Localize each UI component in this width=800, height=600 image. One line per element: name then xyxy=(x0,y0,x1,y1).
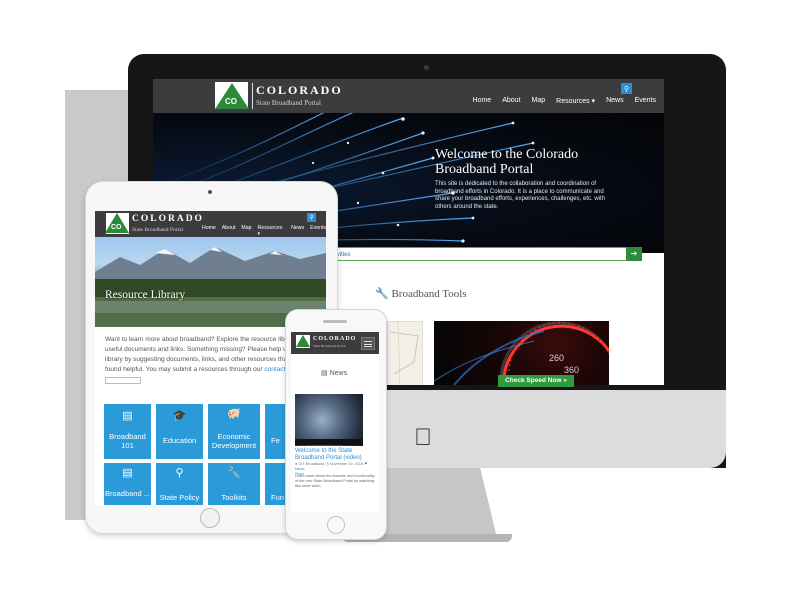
tile-economic-development[interactable]: 🐖 Economic Development xyxy=(208,404,260,459)
nav-map[interactable]: Map xyxy=(532,97,546,105)
logo-title: COLORADO xyxy=(256,83,343,97)
phone-logo[interactable]: COLORADO State Broadband Portal xyxy=(291,332,361,354)
tile-label: Education xyxy=(162,436,197,445)
tablet-camera-icon xyxy=(208,190,212,194)
tile-label: Broadband 101 xyxy=(109,432,146,450)
nav-resources-label: Resources xyxy=(556,98,590,105)
document-icon: ▤ xyxy=(122,467,133,479)
intro-line-4: found helpful. You may submit a resource… xyxy=(105,366,265,373)
document-icon: ▤ xyxy=(122,410,133,422)
wrench-icon: 🔧 xyxy=(227,467,241,479)
tablet-logo-title: COLORADO xyxy=(132,214,204,224)
tablet-nav-resources[interactable]: Resources ▾ xyxy=(258,225,286,237)
hamburger-menu-icon[interactable] xyxy=(361,337,375,350)
news-section-title: ▤ News xyxy=(321,369,347,377)
arrow-right-icon[interactable]: ➔ xyxy=(626,247,642,261)
clock-icon: ◷ xyxy=(325,462,329,466)
post-category[interactable]: News xyxy=(295,467,305,471)
banner-title: Resource Library xyxy=(105,289,186,301)
tablet-menu: Home About Map Resources ▾ News Events xyxy=(202,225,326,237)
logo-subtitle: State Broadband Portal xyxy=(256,99,321,107)
tile-label: Fun xyxy=(271,493,284,502)
post-author[interactable]: OIT Broadband xyxy=(298,462,324,466)
phone-logo-subtitle: State Broadband Portal xyxy=(313,344,346,348)
tile-state-policy[interactable]: ⚲ State Policy xyxy=(156,463,203,505)
phone-screen: COLORADO State Broadband Portal ▤ News W… xyxy=(291,332,379,512)
tile-label: Fe xyxy=(271,436,280,445)
tablet-nav-news[interactable]: News xyxy=(291,225,304,237)
share-buttons[interactable] xyxy=(105,377,141,384)
tablet-nav-home[interactable]: Home xyxy=(202,225,216,237)
tile-label: Broadband ... xyxy=(104,489,151,498)
tile-label: State Policy xyxy=(159,493,200,502)
tile-broadband-2[interactable]: ▤ Broadband ... xyxy=(104,463,151,505)
tile-toolkits[interactable]: 🔧 Toolkits xyxy=(208,463,260,505)
piggy-bank-icon: 🐖 xyxy=(227,408,241,420)
nav-news[interactable]: News xyxy=(606,97,624,105)
svg-text:260: 260 xyxy=(549,353,564,363)
tile-education[interactable]: 🎓 Education xyxy=(156,404,203,459)
apple-logo-icon:  xyxy=(414,424,432,452)
nav-home[interactable]: Home xyxy=(473,97,492,105)
phone-mountain-logo-icon xyxy=(296,335,310,347)
chevron-down-icon: ▾ xyxy=(589,98,596,105)
tablet-home-button xyxy=(200,508,220,528)
wrench-icon: 🔧 xyxy=(375,288,389,300)
map-pin-icon: ⚲ xyxy=(175,467,184,479)
map-lines xyxy=(389,321,419,385)
check-speed-button[interactable]: Check Speed Now » xyxy=(498,375,574,387)
broadband-map-thumbnail[interactable] xyxy=(387,321,423,385)
tablet-nav-events[interactable]: Events xyxy=(310,225,326,237)
hero-title: Welcome to the Colorado Broadband Portal xyxy=(435,147,579,177)
tile-broadband-101[interactable]: ▤ Broadband 101 xyxy=(104,404,151,459)
news-section-label: News xyxy=(329,370,348,377)
desktop-menu: Home About Map Resources ▾ News Events xyxy=(473,97,656,105)
post-date: November 10, 2015 xyxy=(329,462,364,466)
tools-heading-label: Broadband Tools xyxy=(391,288,467,300)
tablet-navbar: CO COLORADO State Broadband Portal ⚲ Hom… xyxy=(95,211,326,237)
desktop-logo[interactable]: CO COLORADO State Broadband Portal xyxy=(153,79,353,113)
svg-text:360: 360 xyxy=(564,365,579,375)
search-icon[interactable]: ⚲ xyxy=(621,83,632,94)
tablet-nav-about[interactable]: About xyxy=(222,225,236,237)
graduation-cap-icon: 🎓 xyxy=(172,410,187,422)
nav-resources[interactable]: Resources ▾ xyxy=(556,97,595,105)
tablet-logo-badge-text: CO xyxy=(111,224,122,231)
post-excerpt: Learn more about the features and functi… xyxy=(295,474,375,488)
video-controls-bar[interactable] xyxy=(295,439,363,445)
logo-divider xyxy=(252,83,253,109)
nav-about[interactable]: About xyxy=(502,97,520,105)
desktop-navbar: CO COLORADO State Broadband Portal ⚲ Hom… xyxy=(153,79,664,113)
phone-navbar: COLORADO State Broadband Portal xyxy=(291,332,379,354)
tools-heading: 🔧 Broadband Tools xyxy=(375,287,467,300)
phone-logo-title: COLORADO xyxy=(313,336,357,342)
tile-label: Economic Development xyxy=(211,432,257,450)
hero-body: This site is dedicated to the collaborat… xyxy=(435,181,605,210)
news-icon: ▤ xyxy=(321,370,328,377)
user-icon: ● xyxy=(295,462,298,466)
news-post-link[interactable]: Welcome to the State Broadband Portal (v… xyxy=(295,448,375,461)
tablet-logo-subtitle: State Broadband Portal xyxy=(132,227,184,233)
nav-events[interactable]: Events xyxy=(635,97,656,105)
tablet-nav-map[interactable]: Map xyxy=(241,225,251,237)
phone-speaker xyxy=(323,320,347,323)
tablet-nav-resources-label: Resources xyxy=(257,225,283,231)
phone-home-button xyxy=(327,516,345,534)
camera-icon xyxy=(424,65,429,70)
tag-icon: ⚑ xyxy=(364,462,368,466)
tablet-search-icon[interactable]: ⚲ xyxy=(307,213,316,222)
tile-label: Toolkits xyxy=(221,493,247,502)
logo-badge-text: CO xyxy=(225,97,237,106)
